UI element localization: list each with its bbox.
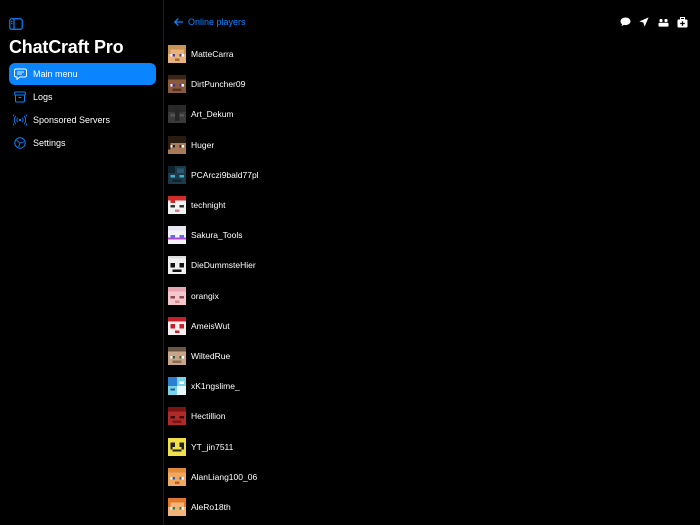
- player-avatar-icon: [168, 497, 186, 516]
- player-row[interactable]: YT_jin7511: [168, 431, 688, 461]
- location-arrow-icon[interactable]: [638, 16, 650, 28]
- medkit-icon[interactable]: [676, 16, 688, 28]
- player-avatar-icon: [168, 437, 186, 456]
- sidebar-item-label: Settings: [33, 138, 66, 148]
- sidebar-menu: Main menu Logs Sponsored Servers Setting…: [9, 63, 156, 155]
- player-name: orangix: [191, 290, 219, 301]
- player-row[interactable]: WiltedRue: [168, 341, 688, 371]
- player-row[interactable]: Art_Dekum: [168, 99, 688, 129]
- people-icon[interactable]: [657, 16, 669, 28]
- player-avatar-icon: [168, 135, 186, 154]
- player-avatar-icon: [168, 256, 186, 275]
- sidebar-item-logs[interactable]: Logs: [9, 86, 156, 108]
- player-row[interactable]: AleRo18th: [168, 492, 688, 522]
- sidebar-item-sponsored-servers[interactable]: Sponsored Servers: [9, 109, 156, 131]
- player-avatar-icon: [168, 75, 186, 94]
- player-name: PCArczi9bald77pl: [191, 169, 259, 180]
- player-name: WiltedRue: [191, 350, 231, 361]
- broadcast-icon: [13, 113, 27, 127]
- chat-icon[interactable]: [619, 16, 631, 28]
- player-name: Art_Dekum: [191, 109, 234, 120]
- player-row[interactable]: MatteCarra: [168, 39, 688, 69]
- player-name: AmeisWut: [191, 320, 230, 331]
- chat-bubble-icon: [13, 67, 27, 81]
- player-name: Sakura_Tools: [191, 230, 243, 241]
- player-avatar-icon: [168, 316, 186, 335]
- player-name: AlanLiang100_06: [191, 471, 258, 482]
- back-button[interactable]: Online players: [174, 17, 246, 27]
- player-list: MatteCarra DirtPuncher09 Art_Dekum Huger…: [168, 39, 688, 522]
- player-name: MatteCarra: [191, 49, 234, 60]
- player-name: xK1ngslime_: [191, 381, 240, 392]
- player-row[interactable]: DieDummsteHier: [168, 250, 688, 280]
- player-name: YT_jin7511: [191, 441, 234, 452]
- player-name: Huger: [191, 139, 215, 150]
- sidebar-item-main-menu[interactable]: Main menu: [9, 63, 156, 85]
- settings-circle-icon: [13, 136, 27, 150]
- arrow-left-icon: [174, 18, 183, 26]
- sidebar-item-label: Sponsored Servers: [33, 115, 111, 125]
- back-label: Online players: [188, 17, 246, 27]
- player-avatar-icon: [168, 196, 186, 215]
- sidebar: ChatCraft Pro Main menu Logs Sponsored S…: [0, 0, 164, 525]
- player-name: DirtPuncher09: [191, 79, 246, 90]
- sidebar-item-settings[interactable]: Settings: [9, 132, 156, 154]
- player-avatar-icon: [168, 346, 186, 365]
- header: Online players: [165, 0, 700, 44]
- toolbar: [612, 16, 688, 28]
- player-avatar-icon: [168, 226, 186, 245]
- sidebar-toggle-icon[interactable]: [9, 17, 23, 30]
- player-name: DieDummsteHier: [191, 260, 256, 271]
- sidebar-item-label: Logs: [33, 92, 53, 102]
- player-avatar-icon: [168, 105, 186, 124]
- player-row[interactable]: Huger: [168, 130, 688, 160]
- player-row[interactable]: orangix: [168, 281, 688, 311]
- app-title: ChatCraft Pro: [9, 37, 124, 57]
- player-avatar-icon: [168, 286, 186, 305]
- player-row[interactable]: DirtPuncher09: [168, 69, 688, 99]
- player-row[interactable]: technight: [168, 190, 688, 220]
- player-row[interactable]: Sakura_Tools: [168, 220, 688, 250]
- player-name: technight: [191, 200, 226, 211]
- player-row[interactable]: AlanLiang100_06: [168, 462, 688, 492]
- archive-box-icon: [13, 90, 27, 104]
- player-avatar-icon: [168, 165, 186, 184]
- player-row[interactable]: xK1ngslime_: [168, 371, 688, 401]
- sidebar-item-label: Main menu: [33, 69, 78, 79]
- player-name: AleRo18th: [191, 501, 231, 512]
- player-avatar-icon: [168, 45, 186, 64]
- player-row[interactable]: PCArczi9bald77pl: [168, 160, 688, 190]
- player-avatar-icon: [168, 377, 186, 396]
- player-avatar-icon: [168, 467, 186, 486]
- player-name: Hectillion: [191, 411, 226, 422]
- player-row[interactable]: Hectillion: [168, 401, 688, 431]
- player-avatar-icon: [168, 407, 186, 426]
- player-row[interactable]: AmeisWut: [168, 311, 688, 341]
